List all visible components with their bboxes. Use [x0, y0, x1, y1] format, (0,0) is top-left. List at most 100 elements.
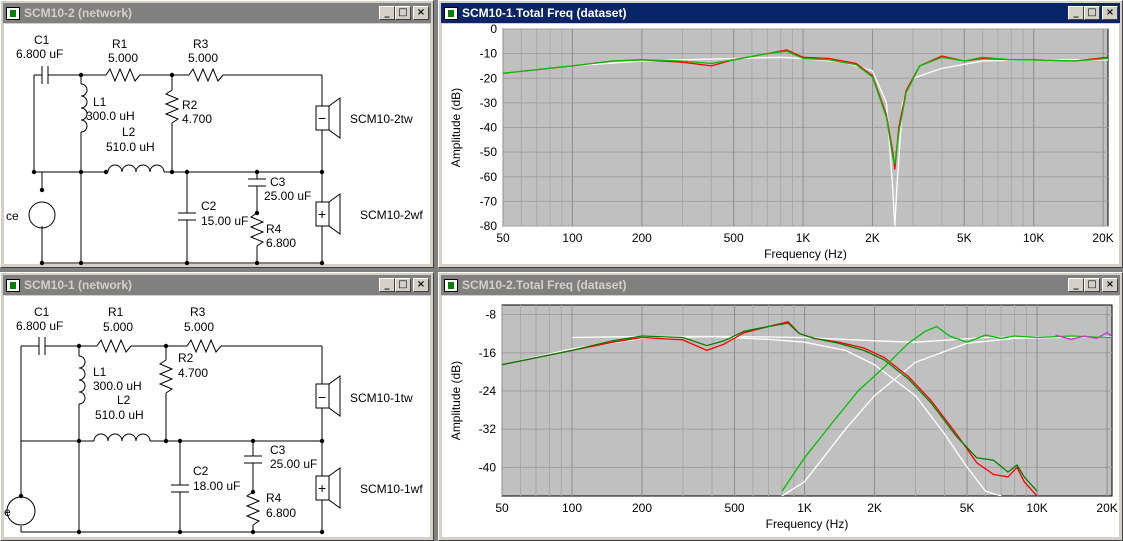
y-tick-label: -40	[480, 121, 498, 135]
x-tick-label: 1K	[797, 501, 812, 515]
title-bar[interactable]: SCM10-1 (network) _ □ ×	[3, 275, 431, 295]
r1-label: R1	[108, 305, 124, 319]
y-tick-label: -24	[479, 384, 497, 398]
maximize-button[interactable]: □	[1084, 6, 1100, 20]
chart-area[interactable]: 0 -10 -20 -30 -40 -50 -60 -70 -80 50 100 200 500 1K 2K…	[442, 24, 1119, 264]
chart-area[interactable]: -8 -16 -24 -32 -40 50 100 200 500 1K 2K 5K 10K 20K Fre…	[442, 296, 1119, 537]
x-axis-label: Frequency (Hz)	[766, 517, 849, 531]
title-bar[interactable]: SCM10-2 (network) _ □ ×	[3, 3, 431, 23]
freq-window-scm10-2[interactable]: SCM10-2.Total Freq (dataset) _ □ × -8 -16…	[438, 272, 1123, 541]
y-axis-label: Amplitude (dB)	[449, 361, 463, 440]
r4-value: 6.800	[266, 236, 296, 250]
x-axis-label: Frequency (Hz)	[764, 247, 847, 261]
minimize-button[interactable]: _	[379, 6, 395, 20]
close-button[interactable]: ×	[413, 6, 429, 20]
freq-window-scm10-1[interactable]: SCM10-1.Total Freq (dataset) _ □ × 0 -10 -…	[438, 0, 1123, 268]
woofer-label: SCM10-1wf	[360, 482, 423, 496]
l1-value: 300.0 uH	[86, 109, 135, 123]
c2-value: 18.00 uF	[193, 479, 240, 493]
network-window-scm10-2[interactable]: SCM10-2 (network) _ □ × C1 6.800 uF R1 5…	[0, 0, 434, 268]
x-tick-label: 5K	[960, 501, 975, 515]
window-title: SCM10-1.Total Freq (dataset)	[462, 6, 627, 20]
c1-label: C1	[34, 33, 50, 47]
window-app-icon[interactable]	[444, 278, 458, 292]
x-tick-label: 50	[496, 231, 510, 245]
source-label: e	[4, 505, 11, 519]
frequency-response-chart: -8 -16 -24 -32 -40 50 100 200 500 1K 2K 5K 10K 20K Fre…	[449, 304, 1118, 531]
close-button[interactable]: ×	[413, 278, 429, 292]
y-tick-label: -16	[479, 346, 497, 360]
x-tick-label: 10K	[1023, 231, 1044, 245]
l2-value: 510.0 uH	[95, 408, 144, 422]
tweeter-polarity: −	[318, 110, 326, 126]
minimize-button[interactable]: _	[1068, 6, 1084, 20]
r3-label: R3	[193, 37, 209, 51]
l2-label: L2	[122, 125, 136, 139]
l1-label: L1	[93, 365, 107, 379]
y-tick-label: -20	[480, 71, 498, 85]
tweeter-polarity: −	[318, 389, 326, 405]
r4-value: 6.800	[266, 506, 296, 520]
x-tick-label: 20K	[1096, 501, 1117, 515]
window-app-icon[interactable]	[444, 6, 458, 20]
title-bar[interactable]: SCM10-1.Total Freq (dataset) _ □ ×	[441, 3, 1120, 23]
r3-value: 5.000	[188, 51, 218, 65]
x-tick-label: 50	[495, 501, 509, 515]
x-tick-label: 20K	[1092, 231, 1113, 245]
y-tick-label: -80	[480, 219, 498, 233]
l1-value: 300.0 uH	[93, 379, 142, 393]
r4-label: R4	[266, 222, 282, 236]
x-tick-label: 500	[725, 501, 745, 515]
tweeter-label: SCM10-2tw	[350, 112, 413, 126]
c3-label: C3	[270, 175, 286, 189]
r3-value: 5.000	[184, 320, 214, 334]
woofer-polarity: +	[318, 480, 326, 496]
c2-value: 15.00 uF	[201, 214, 248, 228]
l2-label: L2	[117, 393, 131, 407]
close-button[interactable]: ×	[1102, 6, 1118, 20]
x-tick-label: 200	[632, 231, 652, 245]
x-tick-label: 500	[724, 231, 744, 245]
schematic-canvas[interactable]: C1 6.800 uF R1 5.000 R3 5.000 L1 300.0 u…	[4, 24, 430, 266]
network-window-scm10-1[interactable]: SCM10-1 (network) _ □ × C1 6.800 uF R1 5…	[0, 272, 434, 541]
y-tick-label: 0	[490, 24, 497, 36]
c1-value: 6.800 uF	[16, 319, 63, 333]
y-tick-label: -32	[479, 422, 497, 436]
x-tick-label: 2K	[865, 231, 880, 245]
c2-label: C2	[193, 464, 209, 478]
maximize-button[interactable]: □	[395, 6, 411, 20]
r4-label: R4	[266, 491, 282, 505]
maximize-button[interactable]: □	[395, 278, 411, 292]
frequency-response-chart: 0 -10 -20 -30 -40 -50 -60 -70 -8050 100 200 500 1K 2K…	[449, 24, 1114, 261]
woofer-polarity: +	[318, 206, 326, 222]
source-label: ce	[6, 209, 19, 223]
y-tick-label: -30	[480, 96, 498, 110]
c1-label: C1	[34, 305, 50, 319]
schematic-canvas[interactable]: C1 6.800 uF R1 5.000 R3 5.000 L1 300.0 u…	[4, 296, 430, 537]
x-tick-label: 1K	[796, 231, 811, 245]
minimize-button[interactable]: _	[1068, 278, 1084, 292]
x-tick-label: 5K	[957, 231, 972, 245]
title-bar[interactable]: SCM10-2.Total Freq (dataset) _ □ ×	[441, 275, 1120, 295]
y-tick-label: -50	[480, 145, 498, 159]
window-title: SCM10-2 (network)	[24, 6, 133, 20]
window-app-icon[interactable]	[6, 278, 20, 292]
c2-label: C2	[201, 199, 217, 213]
x-tick-label: 200	[632, 501, 652, 515]
r1-value: 5.000	[103, 320, 133, 334]
r1-value: 5.000	[108, 51, 138, 65]
y-tick-label: -10	[480, 47, 498, 61]
close-button[interactable]: ×	[1102, 278, 1118, 292]
schematic-diagram: C1 6.800 uF R1 5.000 R3 5.000 L1 300.0 u…	[4, 305, 423, 535]
y-tick-label: -70	[480, 194, 498, 208]
r2-label: R2	[182, 98, 198, 112]
minimize-button[interactable]: _	[379, 278, 395, 292]
window-app-icon[interactable]	[6, 6, 20, 20]
x-tick-label: 100	[562, 231, 582, 245]
c3-label: C3	[270, 443, 286, 457]
maximize-button[interactable]: □	[1084, 278, 1100, 292]
x-tick-label: 2K	[867, 501, 882, 515]
l1-label: L1	[93, 95, 107, 109]
y-axis-label: Amplitude (dB)	[449, 88, 463, 167]
woofer-label: SCM10-2wf	[360, 208, 423, 222]
